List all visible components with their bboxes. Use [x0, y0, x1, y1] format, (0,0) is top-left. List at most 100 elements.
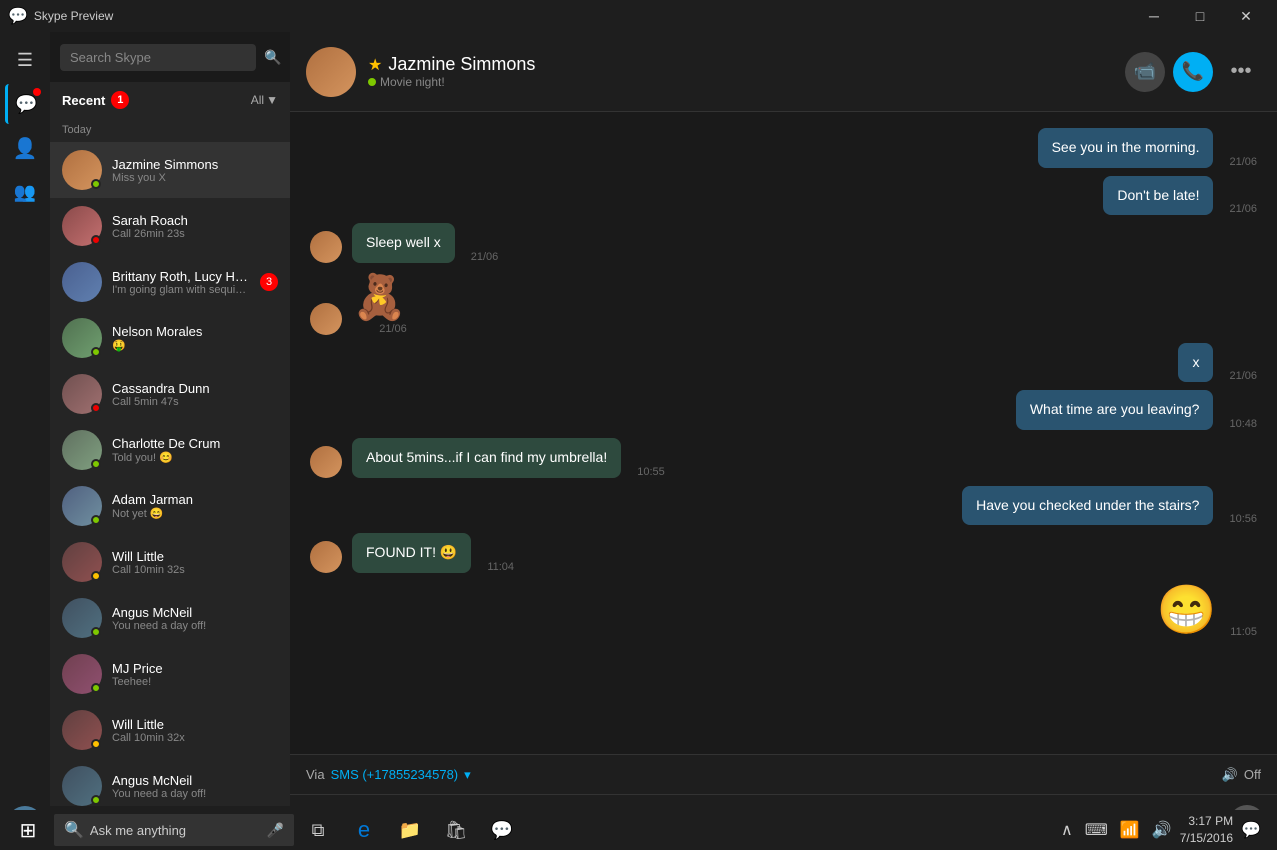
- volume-icon[interactable]: 🔊: [1148, 816, 1176, 844]
- chevron-up-icon[interactable]: ∧: [1057, 816, 1077, 844]
- status-dot: [91, 235, 101, 245]
- recent-filter[interactable]: All ▼: [251, 93, 278, 107]
- keyboard-icon[interactable]: ⌨: [1081, 816, 1112, 844]
- contact-list-item[interactable]: Nelson Morales 🤑: [50, 310, 290, 366]
- maximize-button[interactable]: □: [1177, 0, 1223, 32]
- contact-list-item[interactable]: Cassandra Dunn Call 5min 47s: [50, 366, 290, 422]
- video-call-button[interactable]: 📹: [1125, 52, 1165, 92]
- store-button[interactable]: 🛍: [434, 810, 478, 850]
- contact-list-item[interactable]: Sarah Roach Call 26min 23s: [50, 198, 290, 254]
- contact-avatar: [62, 206, 102, 246]
- sidebar-chat-icon[interactable]: 💬: [5, 84, 45, 124]
- message-row: 🧸21/06: [310, 271, 1257, 335]
- explorer-button[interactable]: 📁: [388, 810, 432, 850]
- contact-list-item[interactable]: Angus McNeil You need a day off!: [50, 590, 290, 646]
- message-bubble: Have you checked under the stairs?: [962, 486, 1213, 526]
- message-big-emoji: 😁: [1157, 581, 1217, 638]
- contact-status-text: Told you! 😊: [112, 451, 278, 464]
- contact-list-item[interactable]: Jazmine Simmons Miss you X: [50, 142, 290, 198]
- chat-header: ★ Jazmine Simmons Movie night! 📹 📞 •••: [290, 32, 1277, 112]
- notification-icon[interactable]: 💬: [1237, 816, 1265, 844]
- sidebar-groups-icon[interactable]: 👥: [5, 172, 45, 212]
- clock-time: 3:17 PM: [1180, 813, 1233, 830]
- status-dot: [91, 627, 101, 637]
- close-button[interactable]: ✕: [1223, 0, 1269, 32]
- sidebar-contacts-icon[interactable]: 👤: [5, 128, 45, 168]
- contact-name: Angus McNeil: [112, 773, 278, 788]
- chat-header-left: ★ Jazmine Simmons Movie night!: [306, 47, 535, 97]
- message-avatar: [310, 231, 342, 263]
- skype-taskbar-button[interactable]: 💬: [480, 810, 524, 850]
- app-title: Skype Preview: [34, 9, 113, 23]
- app-icon: 💬: [8, 6, 28, 26]
- contact-status-text: Call 26min 23s: [112, 228, 278, 240]
- contact-avatar: [62, 654, 102, 694]
- chat-area: ★ Jazmine Simmons Movie night! 📹 📞 ••• S…: [290, 32, 1277, 850]
- message-time: 21/06: [1229, 203, 1257, 215]
- sms-bar: Via SMS (+17855234578) ▾ 🔊 Off: [290, 754, 1277, 794]
- search-input[interactable]: [60, 44, 256, 71]
- contact-avatar: [62, 430, 102, 470]
- chat-contact-avatar: [306, 47, 356, 97]
- search-icon: 🔍: [264, 49, 281, 66]
- search-bar: 🔍: [50, 32, 290, 82]
- edge-button[interactable]: e: [342, 810, 386, 850]
- taskbar-search[interactable]: 🔍 Ask me anything 🎤: [54, 814, 294, 846]
- contact-avatar: [62, 766, 102, 806]
- message-time: 11:04: [487, 561, 514, 573]
- more-options-button[interactable]: •••: [1221, 52, 1261, 92]
- message-time: 11:05: [1230, 626, 1257, 638]
- message-bubble: See you in the morning.: [1038, 128, 1214, 168]
- titlebar-controls: ─ □ ✕: [1131, 0, 1269, 32]
- message-row: See you in the morning.21/06: [310, 128, 1257, 168]
- today-label: Today: [50, 118, 290, 142]
- call-button[interactable]: 📞: [1173, 52, 1213, 92]
- status-dot: [91, 683, 101, 693]
- contact-list-item[interactable]: Will Little Call 10min 32s: [50, 534, 290, 590]
- main-layout: ☰ 💬 👤 👥 🔍 Recent 1 All ▼ Today: [0, 32, 1277, 850]
- contact-name: Charlotte De Crum: [112, 436, 278, 451]
- minimize-button[interactable]: ─: [1131, 0, 1177, 32]
- message-time: 21/06: [471, 251, 499, 263]
- start-button[interactable]: ⊞: [4, 810, 52, 850]
- contact-avatar: [62, 318, 102, 358]
- message-time: 21/06: [1229, 370, 1257, 382]
- recent-header-left: Recent 1: [62, 91, 129, 109]
- contact-status-text: I'm going glam with sequins. See you h..…: [112, 284, 250, 296]
- contact-list-item[interactable]: Brittany Roth, Lucy Holcomb, S... I'm go…: [50, 254, 290, 310]
- taskbar-clock: 3:17 PM 7/15/2016: [1180, 813, 1233, 847]
- contact-list-item[interactable]: MJ Price Teehee!: [50, 646, 290, 702]
- contact-name: Will Little: [112, 717, 278, 732]
- contact-info: Nelson Morales 🤑: [112, 324, 278, 352]
- sms-number-link[interactable]: SMS (+17855234578): [331, 767, 459, 782]
- taskbar: ⊞ 🔍 Ask me anything 🎤 ⧉ e 📁 🛍 💬 ∧ ⌨ 📶 🔊 …: [0, 810, 1277, 850]
- chat-contact-status: Movie night!: [368, 75, 535, 89]
- contact-name: Nelson Morales: [112, 324, 278, 339]
- contact-status-text: Miss you X: [112, 172, 278, 184]
- sms-dropdown-icon[interactable]: ▾: [464, 767, 471, 783]
- task-view-button[interactable]: ⧉: [296, 810, 340, 850]
- sidebar-menu-icon[interactable]: ☰: [5, 40, 45, 80]
- message-row: What time are you leaving?10:48: [310, 390, 1257, 430]
- status-dot: [91, 459, 101, 469]
- contact-info: Charlotte De Crum Told you! 😊: [112, 436, 278, 464]
- chat-header-right: 📹 📞 •••: [1125, 52, 1261, 92]
- message-row: FOUND IT! 😃11:04: [310, 533, 1257, 573]
- contact-avatar: [62, 374, 102, 414]
- status-dot: [91, 347, 101, 357]
- sms-via-label: Via: [306, 767, 325, 782]
- contacts-list: Jazmine Simmons Miss you X Sarah Roach C…: [50, 142, 290, 806]
- contact-status-text: You need a day off!: [112, 788, 278, 800]
- recent-label: Recent: [62, 93, 105, 108]
- message-row: Have you checked under the stairs?10:56: [310, 486, 1257, 526]
- message-avatar: [310, 303, 342, 335]
- contact-list-item[interactable]: Charlotte De Crum Told you! 😊: [50, 422, 290, 478]
- contact-name: Adam Jarman: [112, 492, 278, 507]
- message-avatar: [310, 446, 342, 478]
- contact-list-item[interactable]: Angus McNeil You need a day off!: [50, 758, 290, 806]
- contacts-panel: 🔍 Recent 1 All ▼ Today Jazmine Simmons M…: [50, 32, 290, 850]
- contact-list-item[interactable]: Will Little Call 10min 32x: [50, 702, 290, 758]
- microphone-icon: 🎤: [267, 822, 284, 839]
- network-icon[interactable]: 📶: [1116, 816, 1144, 844]
- contact-list-item[interactable]: Adam Jarman Not yet 😄: [50, 478, 290, 534]
